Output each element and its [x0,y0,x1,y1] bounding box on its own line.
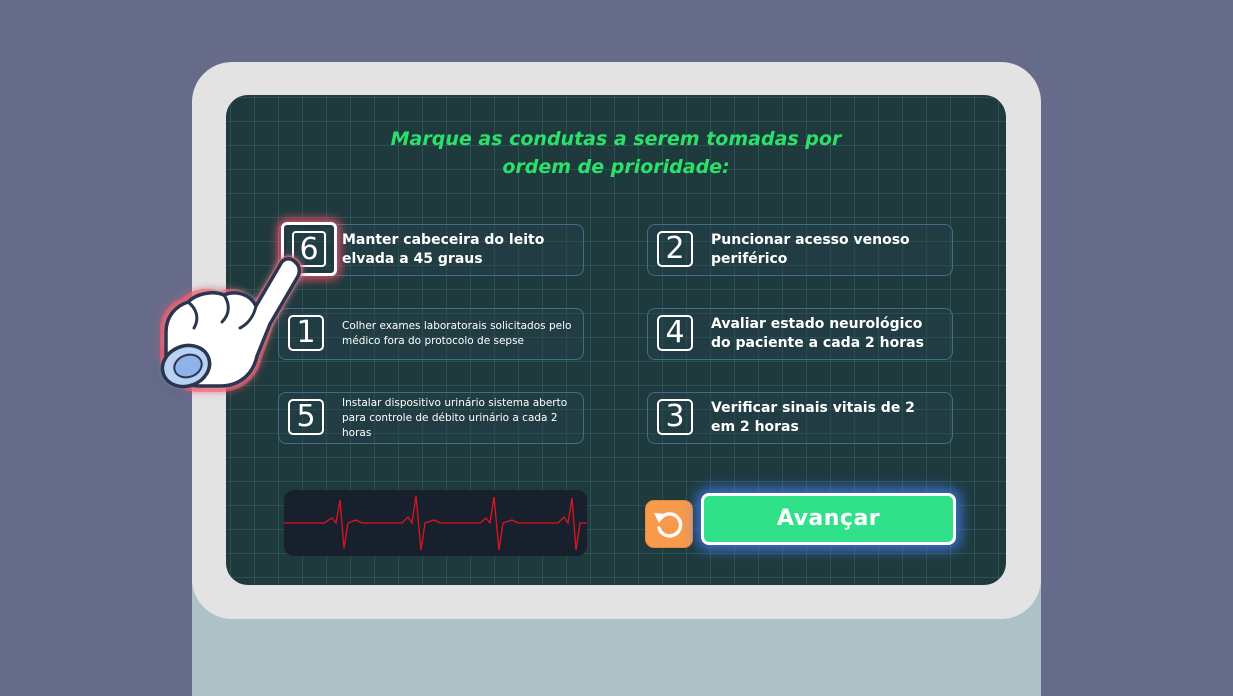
ecg-monitor [284,490,587,556]
rotate-ccw-icon [654,512,683,538]
reset-button[interactable] [646,501,692,547]
pointing-hand-icon [150,246,310,402]
advance-button[interactable]: Avançar [701,493,956,545]
option-card-6[interactable]: 3 Verificar sinais vitais de 2 em 2 hora… [647,392,953,444]
instruction-line-2: ordem de prioridade: [502,156,730,178]
option-text: Avaliar estado neurológico do paciente a… [711,316,924,351]
option-text: Colher exames laboratorais solicitados p… [342,320,572,347]
priority-number-box[interactable]: 3 [657,399,693,435]
instruction-line-1: Marque as condutas a serem tomadas por [390,128,842,150]
ecg-waveform-icon [284,495,587,551]
option-card-2[interactable]: 2 Puncionar acesso venoso periférico [647,224,953,276]
option-card-5[interactable]: 5 Instalar dispositivo urinário sistema … [278,392,584,444]
option-card-1[interactable]: 6 Manter cabeceira do leito elvada a 45 … [278,222,584,276]
option-text: Puncionar acesso venoso periférico [711,232,910,267]
instruction-title: Marque as condutas a serem tomadas por o… [226,125,1006,181]
option-card-3[interactable]: 1 Colher exames laboratorais solicitados… [278,308,584,360]
option-card-4[interactable]: 4 Avaliar estado neurológico do paciente… [647,308,953,360]
monitor-screen: Marque as condutas a serem tomadas por o… [226,95,1006,585]
priority-number-box[interactable]: 4 [657,315,693,351]
option-text: Manter cabeceira do leito elvada a 45 gr… [342,232,545,267]
priority-number-box[interactable]: 2 [657,231,693,267]
option-text: Instalar dispositivo urinário sistema ab… [342,396,568,439]
priority-number-box[interactable]: 5 [288,399,324,435]
option-text: Verificar sinais vitais de 2 em 2 horas [711,400,915,435]
